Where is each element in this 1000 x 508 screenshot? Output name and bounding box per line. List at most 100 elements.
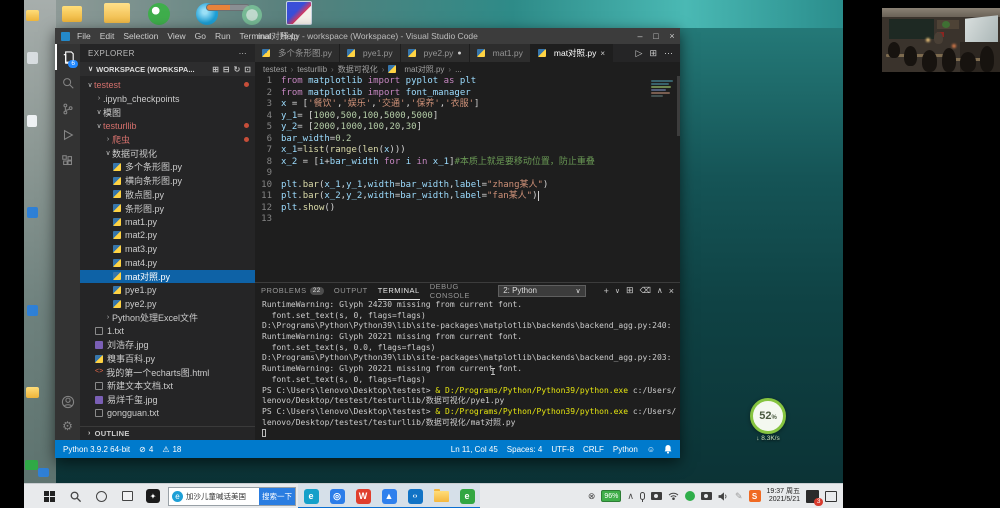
menu-edit[interactable]: Edit	[100, 31, 115, 41]
tree-item[interactable]: 横向条形图.py	[80, 174, 255, 188]
camera-blocked-icon[interactable]: ⊗	[588, 492, 596, 501]
tree-item[interactable]: ›爬虫	[80, 133, 255, 147]
maximize-panel-icon[interactable]: ∧	[657, 286, 663, 295]
collapse-all-icon[interactable]: ⊡	[244, 65, 251, 74]
code-editor[interactable]: 1from matplotlib import pyplot as plt2fr…	[255, 76, 680, 282]
search-go-button[interactable]: 搜索一下	[259, 488, 295, 505]
run-button-icon[interactable]: ▷	[636, 48, 643, 59]
webcam-video-thumbnail[interactable]	[882, 8, 1000, 72]
refresh-icon[interactable]: ↻	[234, 65, 241, 74]
camera-icon[interactable]	[701, 492, 712, 500]
maximize-button[interactable]: □	[648, 28, 664, 44]
pen-settings-icon[interactable]: ✎	[735, 492, 743, 501]
editor-tab[interactable]: 多个条形图.py	[255, 44, 340, 62]
hidden-icons-chevron[interactable]: ∧	[627, 492, 634, 501]
tree-item[interactable]: pye1.py	[80, 283, 255, 297]
breadcrumb-item[interactable]: testurllib	[297, 65, 327, 74]
desktop-icon-app[interactable]	[242, 5, 262, 25]
tree-item[interactable]: 刘浩存.jpg	[80, 338, 255, 352]
desktop-icon-app[interactable]	[38, 468, 49, 477]
tree-item[interactable]: ∨testest	[80, 78, 255, 92]
close-panel-icon[interactable]: ×	[669, 286, 674, 296]
tree-item[interactable]: 新建文本文档.txt	[80, 379, 255, 393]
breadcrumb[interactable]: testest›testurllib›数据可视化›mat对照.py›...	[255, 62, 680, 76]
menu-selection[interactable]: Selection	[123, 31, 158, 41]
menu-help[interactable]: Help	[281, 31, 298, 41]
taskbar-app-edge-browser[interactable]: e	[298, 484, 324, 508]
status-indentation[interactable]: Spaces: 4	[507, 445, 543, 454]
account-icon[interactable]	[55, 390, 80, 414]
desktop-icon-folder[interactable]	[104, 3, 130, 23]
minimize-button[interactable]: –	[632, 28, 648, 44]
desktop-icon-folder[interactable]	[62, 6, 82, 22]
title-bar[interactable]: FileEditSelectionViewGoRunTerminalHelp m…	[55, 28, 680, 44]
tree-item[interactable]: mat1.py	[80, 215, 255, 229]
tree-item[interactable]: <>我的第一个echarts图.html	[80, 365, 255, 379]
close-tab-icon[interactable]: ×	[600, 49, 605, 58]
notifications-bell-icon[interactable]	[664, 445, 672, 454]
tree-item[interactable]: 多个条形图.py	[80, 160, 255, 174]
desktop-icon-app[interactable]	[27, 207, 38, 218]
tree-item[interactable]: pye2.py	[80, 297, 255, 311]
editor-tab[interactable]: mat对照.py×	[531, 44, 613, 62]
status-python-interpreter[interactable]: Python 3.9.2 64-bit	[63, 445, 130, 454]
wifi-icon[interactable]	[668, 492, 679, 500]
split-terminal-icon[interactable]: ⊞	[626, 285, 634, 296]
volume-icon[interactable]	[718, 492, 729, 501]
breadcrumb-item[interactable]: ...	[455, 65, 462, 74]
menu-file[interactable]: File	[77, 31, 91, 41]
desktop-icon-app[interactable]	[27, 305, 38, 316]
menu-view[interactable]: View	[167, 31, 185, 41]
editor-tab[interactable]: mat1.py	[470, 44, 531, 62]
editor-tab[interactable]: pye1.py	[340, 44, 401, 62]
antivirus-icon[interactable]	[685, 491, 695, 501]
run-debug-icon[interactable]	[55, 122, 80, 148]
new-folder-icon[interactable]: ⊟	[223, 65, 230, 74]
window-stack-icon[interactable]: 3	[806, 490, 819, 503]
breadcrumb-item[interactable]: 数据可视化	[338, 64, 378, 75]
status-eol[interactable]: CRLF	[583, 445, 604, 454]
tree-item[interactable]: mat4.py	[80, 256, 255, 270]
taskbar-app-vscode[interactable]: ‹›	[402, 484, 428, 508]
terminal-output[interactable]: RuntimeWarning: Glyph 24230 missing from…	[255, 298, 680, 439]
taskbar-search-box[interactable]: e 加沙儿童喊话美国 搜索一下	[168, 487, 296, 506]
action-center-icon[interactable]	[825, 491, 837, 502]
tree-item[interactable]: 散点图.py	[80, 188, 255, 202]
new-terminal-icon[interactable]: +	[604, 286, 609, 296]
status-language-mode[interactable]: Python	[613, 445, 638, 454]
tree-item[interactable]: ∨testurllib	[80, 119, 255, 133]
minimap[interactable]	[651, 80, 677, 104]
tree-item[interactable]: ∨数据可视化	[80, 146, 255, 160]
settings-gear-icon[interactable]: ⚙	[55, 414, 80, 438]
panel-tab-terminal[interactable]: TERMINAL	[378, 282, 420, 300]
menu-terminal[interactable]: Terminal	[240, 31, 272, 41]
microphone-icon[interactable]	[640, 492, 645, 500]
status-feedback[interactable]: ☺	[647, 445, 655, 454]
taskbar-app-tim[interactable]: ◎	[324, 484, 350, 508]
editor-tab[interactable]: pye2.py●	[401, 44, 470, 62]
explorer-icon[interactable]: 6	[55, 44, 80, 70]
panel-tab-output[interactable]: OUTPUT	[334, 282, 368, 300]
status-warnings[interactable]: ⚠18	[162, 445, 181, 454]
split-editor-icon[interactable]: ⊞	[649, 48, 657, 59]
start-button[interactable]	[36, 484, 62, 508]
desktop-icon-folder[interactable]	[26, 387, 39, 398]
editor-scrollbar[interactable]	[677, 76, 680, 136]
workspace-section-header[interactable]: ∨ WORKSPACE (WORKSPA... ⊞ ⊟ ↻ ⊡	[80, 62, 255, 76]
more-actions-icon[interactable]: ⋯	[664, 48, 673, 59]
new-file-icon[interactable]: ⊞	[212, 65, 219, 74]
explorer-more-icon[interactable]: ⋯	[239, 49, 247, 58]
desktop-icon-app[interactable]	[25, 460, 38, 470]
taskbar-app-cloud-docs[interactable]: ▲	[376, 484, 402, 508]
panel-tab-debug-console[interactable]: DEBUG CONSOLE	[430, 282, 489, 300]
kill-terminal-icon[interactable]: ⌫	[640, 286, 651, 295]
taskbar-app-file-explorer[interactable]	[428, 484, 454, 508]
taskbar-app-ie-browser[interactable]: e	[454, 484, 480, 508]
close-button[interactable]: ×	[664, 28, 680, 44]
battery-indicator[interactable]: 96%	[601, 490, 621, 502]
taskbar-app-wps-office[interactable]: W	[350, 484, 376, 508]
breadcrumb-item[interactable]: mat对照.py	[404, 64, 444, 75]
status-errors[interactable]: ⊘4	[139, 445, 153, 454]
desktop-icon-360-browser[interactable]	[148, 3, 170, 25]
menu-run[interactable]: Run	[215, 31, 231, 41]
